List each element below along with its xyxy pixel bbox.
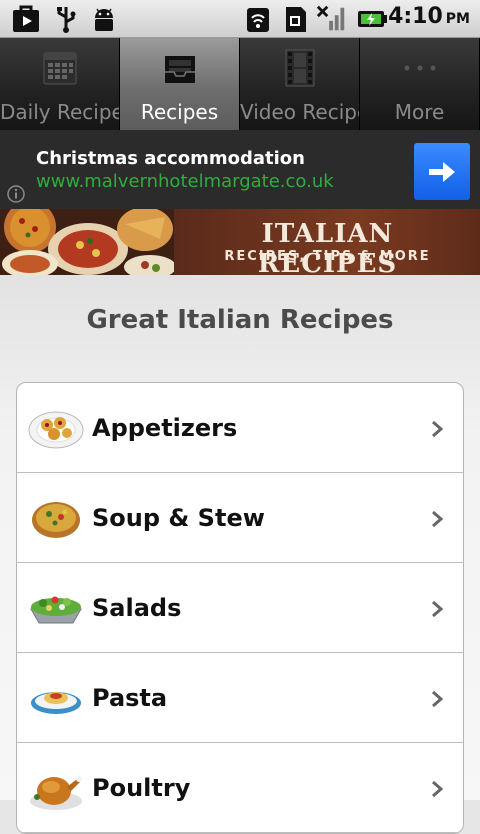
list-item-label: Salads — [92, 594, 182, 622]
list-item-poultry[interactable]: Poultry — [17, 743, 463, 833]
roast-chicken-icon — [30, 776, 82, 810]
chevron-right-icon — [432, 600, 444, 618]
no-signal-icon — [316, 3, 348, 35]
tab-video-recipe[interactable]: Video Recipe — [240, 38, 360, 130]
list-item-appetizers[interactable]: Appetizers — [17, 383, 463, 473]
tab-label: Recipes — [140, 100, 219, 124]
ad-title: Christmas accommodation — [36, 148, 305, 169]
ad-go-button[interactable] — [414, 143, 470, 200]
usb-icon — [50, 3, 82, 35]
wifi-icon — [242, 3, 274, 35]
main-content: Great Italian Recipes Appetizers Soup & … — [0, 275, 480, 834]
sim-icon — [280, 3, 312, 35]
tab-label: Daily Recipes — [0, 100, 119, 124]
android-debug-icon — [88, 3, 120, 35]
chevron-right-icon — [432, 780, 444, 798]
list-item-salads[interactable]: Salads — [17, 563, 463, 653]
appetizer-plate-icon — [28, 411, 84, 449]
ad-banner[interactable]: Christmas accommodation www.malvernhotel… — [0, 130, 480, 209]
salad-bowl-icon — [30, 596, 82, 624]
film-icon — [278, 48, 322, 88]
list-item-pasta[interactable]: Pasta — [17, 653, 463, 743]
list-item-label: Poultry — [92, 774, 191, 802]
header-subtitle: RECIPES, TIPS & MORE — [224, 249, 431, 264]
info-icon[interactable] — [6, 184, 26, 204]
food-collage-image — [0, 209, 174, 275]
more-icon — [398, 48, 442, 88]
category-list: Appetizers Soup & Stew Salads Pasta Poul… — [16, 382, 464, 834]
list-item-label: Pasta — [92, 684, 168, 712]
chevron-right-icon — [432, 690, 444, 708]
tab-label: Video Recipe — [240, 100, 359, 124]
bag-icon — [10, 3, 42, 35]
tab-more[interactable]: More — [360, 38, 480, 130]
ad-url[interactable]: www.malvernhotelmargate.co.uk — [36, 171, 334, 192]
list-item-label: Appetizers — [92, 414, 238, 442]
header-banner: ITALIAN RECIPES RECIPES, TIPS & MORE — [0, 209, 480, 275]
tab-recipes[interactable]: Recipes — [120, 38, 240, 130]
arrow-right-icon — [429, 161, 455, 182]
calendar-icon — [38, 48, 82, 88]
chevron-right-icon — [432, 420, 444, 438]
clock: 4:10 PM — [388, 4, 470, 29]
pasta-plate-icon — [31, 692, 81, 714]
page-title: Great Italian Recipes — [86, 305, 394, 335]
chevron-right-icon — [432, 510, 444, 528]
tab-label: More — [394, 100, 445, 124]
inbox-icon — [158, 48, 202, 88]
header-title: ITALIAN RECIPES — [257, 219, 398, 275]
clock-ampm: PM — [445, 11, 470, 27]
battery-charging-icon — [356, 3, 388, 35]
soup-bowl-icon — [32, 502, 80, 538]
clock-time: 4:10 — [388, 4, 443, 29]
tab-daily-recipes[interactable]: Daily Recipes — [0, 38, 120, 130]
list-item-label: Soup & Stew — [92, 504, 265, 532]
status-bar: 4:10 PM — [0, 0, 480, 38]
list-item-soup-stew[interactable]: Soup & Stew — [17, 473, 463, 563]
tab-bar: Daily Recipes Recipes Video Recipe More — [0, 38, 480, 130]
